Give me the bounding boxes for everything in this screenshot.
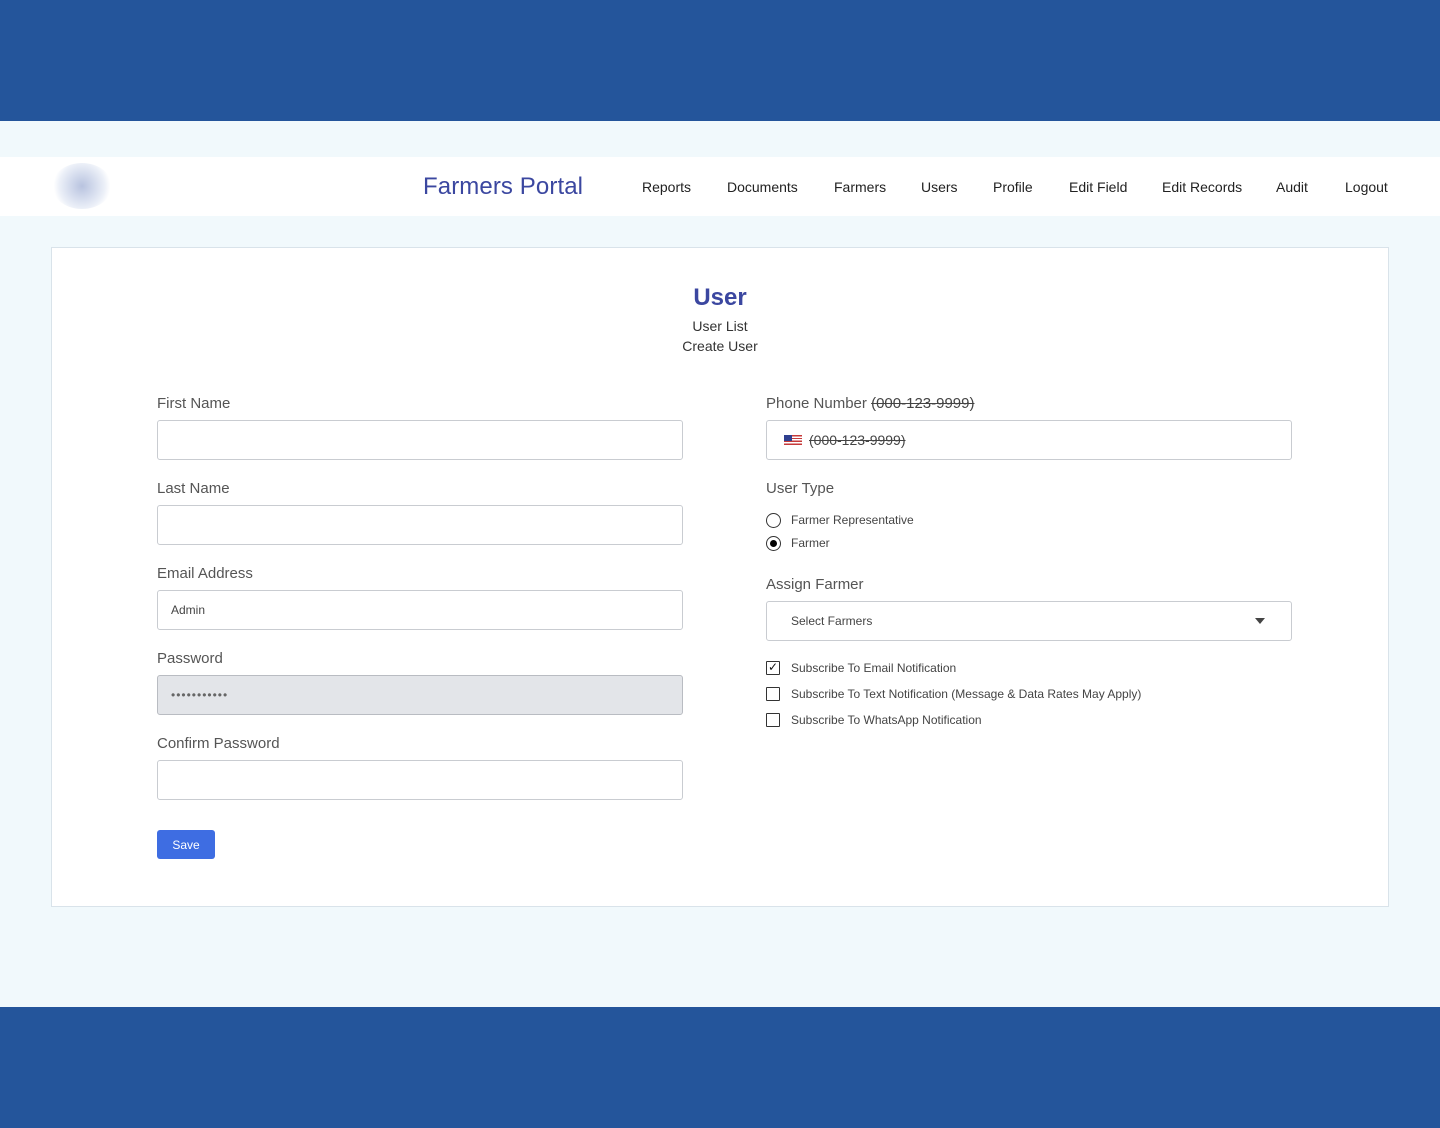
radio-label: Farmer [791, 536, 830, 550]
phone-label: Phone Number (000-123-9999) [766, 395, 974, 412]
checkbox-label: Subscribe To Email Notification [791, 661, 957, 675]
app-window: Farmers Portal Reports Documents Farmers… [0, 121, 1440, 1007]
phone-input[interactable]: (000-123-9999) [766, 420, 1292, 460]
password-label: Password [157, 650, 223, 667]
user-list-link[interactable]: User List [52, 318, 1388, 334]
seal-logo-icon [52, 163, 112, 209]
checkbox-label: Subscribe To Text Notification (Message … [791, 687, 1142, 701]
page-title: User [693, 284, 747, 311]
confirm-password-label: Confirm Password [157, 735, 280, 752]
nav-edit-records[interactable]: Edit Records [1162, 179, 1242, 195]
nav-reports[interactable]: Reports [642, 179, 691, 195]
password-input: ••••••••••• [157, 675, 683, 715]
nav-documents[interactable]: Documents [727, 179, 798, 195]
nav-farmers[interactable]: Farmers [834, 179, 886, 195]
email-label: Email Address [157, 565, 253, 582]
last-name-label: Last Name [157, 480, 230, 497]
nav-profile[interactable]: Profile [993, 179, 1033, 195]
checkbox-checked[interactable]: ✓ [766, 661, 780, 675]
last-name-input[interactable] [157, 505, 683, 545]
chevron-down-icon [1255, 618, 1265, 624]
nav-edit-field[interactable]: Edit Field [1069, 179, 1127, 195]
phone-value: (000-123-9999) [809, 432, 906, 448]
checkbox-label: Subscribe To WhatsApp Notification [791, 713, 982, 727]
confirm-password-input[interactable] [157, 760, 683, 800]
nav-logout[interactable]: Logout [1345, 179, 1388, 195]
checkbox[interactable] [766, 713, 780, 727]
phone-label-text: Phone Number [766, 395, 867, 412]
first-name-input[interactable] [157, 420, 683, 460]
nav-audit[interactable]: Audit [1276, 179, 1308, 195]
radio-button[interactable] [766, 513, 781, 528]
email-input[interactable]: Admin [157, 590, 683, 630]
radio-label: Farmer Representative [791, 513, 914, 527]
user-form-card: User User List Create User First Name La… [51, 247, 1389, 907]
nav-users[interactable]: Users [921, 179, 958, 195]
first-name-label: First Name [157, 395, 231, 412]
select-placeholder: Select Farmers [791, 614, 873, 628]
assign-farmer-label: Assign Farmer [766, 576, 864, 593]
user-type-label: User Type [766, 480, 835, 497]
us-flag-icon[interactable] [784, 435, 802, 445]
checkbox[interactable] [766, 687, 780, 701]
brand-title: Farmers Portal [423, 173, 584, 200]
assign-farmer-select[interactable]: Select Farmers [766, 601, 1292, 641]
save-button[interactable]: Save [157, 830, 215, 859]
phone-format-hint: (000-123-9999) [871, 395, 975, 412]
top-navbar: Farmers Portal Reports Documents Farmers… [0, 157, 1440, 216]
radio-button-selected[interactable] [766, 536, 781, 551]
create-user-link[interactable]: Create User [52, 338, 1388, 354]
